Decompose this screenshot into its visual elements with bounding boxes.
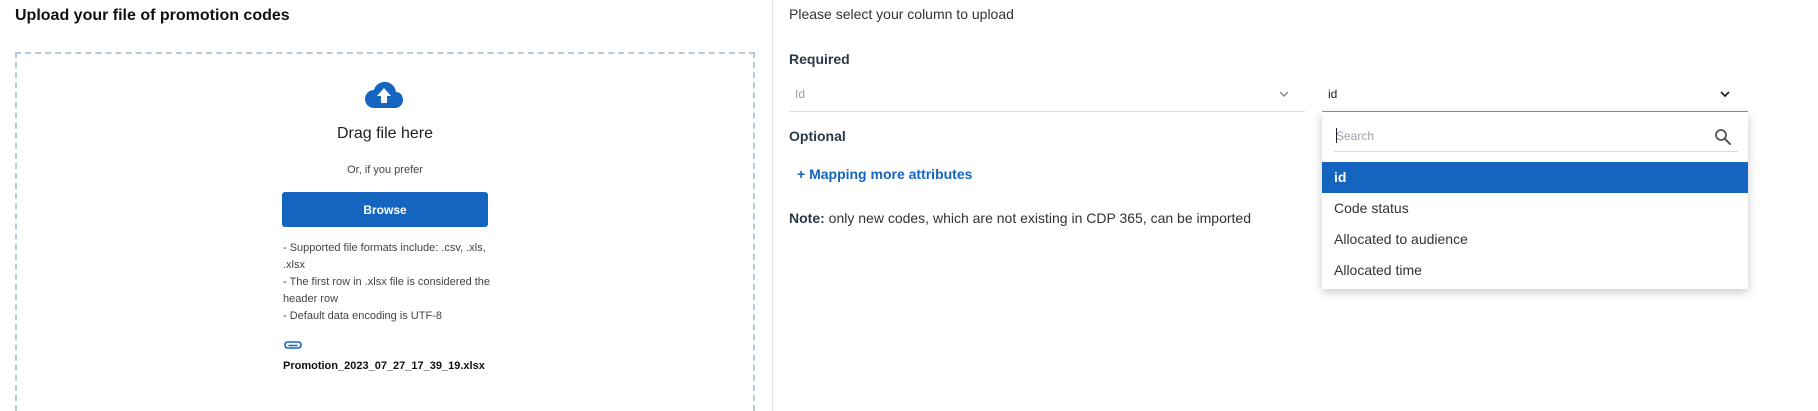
select-column-title: Please select your column to upload [789, 6, 1014, 22]
required-section-title: Required [789, 51, 850, 67]
dropdown-option-code-status[interactable]: Code status [1322, 193, 1748, 224]
attribute-select[interactable]: Id [789, 82, 1305, 112]
uploaded-file-name[interactable]: Promotion_2023_07_27_17_39_19.xlsx [283, 360, 485, 372]
text-caret [1336, 128, 1337, 143]
dropdown-option-allocated-time[interactable]: Allocated time [1322, 255, 1748, 286]
column-select[interactable]: id [1322, 82, 1748, 112]
cloud-upload-icon [365, 81, 403, 108]
chevron-down-icon [1279, 91, 1289, 97]
prefer-text: Or, if you prefer [347, 164, 423, 176]
dropdown-option-allocated-to-audience[interactable]: Allocated to audience [1322, 224, 1748, 255]
search-icon[interactable] [1714, 128, 1732, 146]
browse-button[interactable]: Browse [282, 192, 488, 227]
note-text: only new codes, which are not existing i… [824, 210, 1251, 226]
paperclip-icon [284, 341, 302, 349]
optional-section-title: Optional [789, 128, 846, 144]
hint-encoding: - Default data encoding is UTF-8 [283, 310, 442, 322]
dropdown-search[interactable] [1334, 122, 1738, 152]
drag-file-text: Drag file here [336, 125, 434, 142]
mapping-more-attributes-link[interactable]: + Mapping more attributes [797, 166, 972, 182]
hint-formats: - Supported file formats include: .csv, … [283, 242, 486, 271]
import-note: Note: only new codes, which are not exis… [789, 210, 1251, 226]
search-input[interactable] [1334, 122, 1694, 150]
file-format-hints: - Supported file formats include: .csv, … [283, 240, 493, 325]
upload-title: Upload your file of promotion codes [15, 7, 290, 24]
attribute-select-value: Id [795, 87, 806, 101]
column-dropdown-menu: id Code status Allocated to audience All… [1322, 112, 1748, 289]
hint-header-row: - The first row in .xlsx file is conside… [283, 276, 491, 305]
column-select-value: id [1328, 87, 1338, 101]
chevron-down-icon [1720, 91, 1730, 98]
dropdown-option-id[interactable]: id [1322, 162, 1748, 193]
panel-divider [772, 0, 773, 411]
note-label: Note: [789, 210, 825, 226]
